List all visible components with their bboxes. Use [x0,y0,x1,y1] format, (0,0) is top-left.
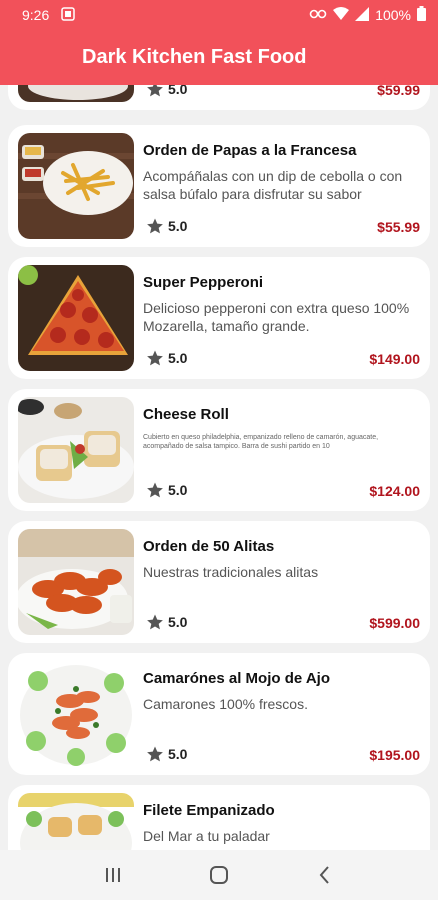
signal-icon [355,6,370,24]
back-button[interactable] [305,855,345,895]
rating-value: 5.0 [168,218,188,234]
product-card[interactable]: Orden de 50 Alitas Nuestras tradicionale… [8,521,430,643]
rating-value: 5.0 [168,350,188,366]
product-description: Del Mar a tu paladar [143,828,270,844]
product-name: Orden de Papas a la Francesa [143,142,357,159]
rating-value: 5.0 [168,85,188,97]
product-description: Camarones 100% frescos. [143,696,308,712]
product-rating: 5.0 [146,745,187,763]
product-card[interactable]: Camarónes al Mojo de Ajo Camarones 100% … [8,653,430,775]
product-name: Cheese Roll [143,406,229,423]
star-icon [147,85,163,97]
navigation-bar [0,850,438,900]
recent-apps-icon [106,868,120,882]
product-image [18,661,134,767]
screenshot-icon [61,6,75,24]
product-description: Acompáñalas con un dip de cebolla o con … [143,168,403,202]
product-price: $55.99 [377,219,420,235]
product-price: $59.99 [377,85,420,98]
product-name: Camarónes al Mojo de Ajo [143,670,330,687]
product-image [18,397,134,503]
app-bar: Dark Kitchen Fast Food [0,30,438,85]
product-image [18,85,134,102]
vpn-key-icon [309,7,327,23]
product-card[interactable]: Super Pepperoni Delicioso pepperoni con … [8,257,430,379]
product-price: $124.00 [369,483,420,499]
rating-value: 5.0 [168,482,188,498]
home-icon [210,866,228,884]
product-rating: 5.0 [146,613,187,631]
product-name: Super Pepperoni [143,274,264,291]
product-rating: 5.0 [146,349,187,367]
product-description: Nuestras tradicionales alitas [143,564,319,580]
star-icon [147,350,163,366]
product-image [18,529,134,635]
recent-apps-button[interactable] [93,855,133,895]
product-price: $195.00 [369,747,420,763]
product-image [18,793,134,850]
product-price: $599.00 [369,615,420,631]
product-name: Orden de 50 Alitas [143,538,275,555]
product-description: Cubierto en queso philadelphia, empaniza… [143,434,379,450]
product-price: $149.00 [369,351,420,367]
product-rating: 5.0 [146,85,187,98]
product-card[interactable]: Cheese Roll Cubierto en queso philadelph… [8,389,430,511]
product-list[interactable]: 5.0 $59.99 Orden de Papas a la Francesa … [0,85,438,850]
product-name: Filete Empanizado [143,802,275,819]
product-image [18,265,134,371]
rating-value: 5.0 [168,746,188,762]
star-icon [147,614,163,630]
battery-icon [417,6,426,24]
star-icon [147,746,163,762]
back-icon [319,866,329,884]
product-rating: 5.0 [146,481,187,499]
status-bar: 9:26 100% [0,0,438,30]
product-image [18,133,134,239]
product-description: Delicioso pepperoni con extra queso 100%… [143,300,410,334]
battery-percentage: 100% [375,7,411,23]
product-card[interactable]: Filete Empanizado Del Mar a tu paladar [8,785,430,850]
product-card[interactable]: 5.0 $59.99 [8,85,430,110]
rating-value: 5.0 [168,614,188,630]
product-rating: 5.0 [146,217,187,235]
home-button[interactable] [199,855,239,895]
star-icon [147,218,163,234]
product-card[interactable]: Orden de Papas a la Francesa Acompáñalas… [8,125,430,247]
wifi-icon [333,6,350,24]
status-time: 9:26 [22,7,50,23]
star-icon [147,482,163,498]
page-title: Dark Kitchen Fast Food [82,46,307,68]
